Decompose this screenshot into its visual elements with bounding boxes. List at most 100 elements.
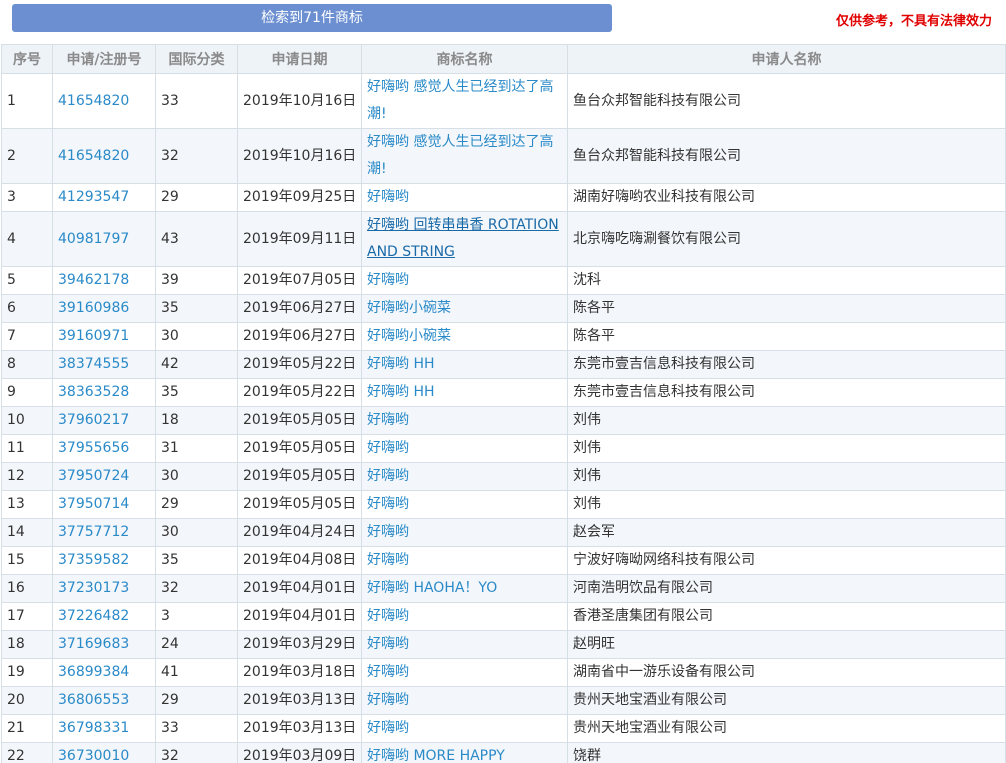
trademark-name-link[interactable]: 好嗨哟 回转串串香 ROTATION AND STRING <box>361 211 568 267</box>
registration-number-link-text[interactable]: 36798331 <box>58 720 129 736</box>
table-row: 20 36806553 29 2019年03月13日 好嗨哟 贵州天地宝酒业有限公司 <box>1 686 1006 715</box>
registration-number-link[interactable]: 39160986 <box>52 294 156 323</box>
table-row: 11 37955656 31 2019年05月05日 好嗨哟 刘伟 <box>1 434 1006 463</box>
trademark-name-link[interactable]: 好嗨哟 <box>361 434 568 463</box>
trademark-name-link-text[interactable]: 好嗨哟小碗菜 <box>367 328 451 344</box>
registration-number-link[interactable]: 38374555 <box>52 350 156 379</box>
trademark-name-link[interactable]: 好嗨哟 感觉人生已经到达了高潮! <box>361 73 568 129</box>
registration-number-link[interactable]: 41293547 <box>52 183 156 212</box>
trademark-name-link-text[interactable]: 好嗨哟 <box>367 496 409 512</box>
trademark-name-link[interactable]: 好嗨哟 <box>361 602 568 631</box>
table-row: 15 37359582 35 2019年04月08日 好嗨哟 宁波好嗨呦网络科技有限公司 <box>1 546 1006 575</box>
trademark-name-link-text[interactable]: 好嗨哟 <box>367 440 409 456</box>
trademark-name-link-text[interactable]: 好嗨哟 <box>367 608 409 624</box>
trademark-name-link-text[interactable]: 好嗨哟 <box>367 720 409 736</box>
trademark-name-link-text[interactable]: 好嗨哟 <box>367 664 409 680</box>
trademark-name-link-text[interactable]: 好嗨哟 HH <box>367 356 435 372</box>
trademark-name-link[interactable]: 好嗨哟小碗菜 <box>361 322 568 351</box>
registration-number-link-text[interactable]: 37950724 <box>58 468 129 484</box>
trademark-name-link[interactable]: 好嗨哟 <box>361 462 568 491</box>
registration-number-link[interactable]: 37169683 <box>52 630 156 659</box>
trademark-name-link[interactable]: 好嗨哟 HH <box>361 350 568 379</box>
column-header-mark[interactable]: 商标名称 <box>361 44 568 74</box>
trademark-name-link[interactable]: 好嗨哟 HH <box>361 378 568 407</box>
trademark-name-link-text[interactable]: 好嗨哟 <box>367 692 409 708</box>
registration-number-link-text[interactable]: 36899384 <box>58 664 129 680</box>
registration-number-link[interactable]: 38363528 <box>52 378 156 407</box>
registration-number-link[interactable]: 36806553 <box>52 686 156 715</box>
result-count-button[interactable]: 检索到71件商标 <box>12 4 612 32</box>
trademark-name-link[interactable]: 好嗨哟 感觉人生已经到达了高潮! <box>361 128 568 184</box>
registration-number-link[interactable]: 39462178 <box>52 266 156 295</box>
registration-number-link[interactable]: 41654820 <box>52 73 156 129</box>
trademark-name-link-text[interactable]: 好嗨哟 HAOHA！YO <box>367 580 497 596</box>
trademark-name-link[interactable]: 好嗨哟 <box>361 266 568 295</box>
trademark-name-link[interactable]: 好嗨哟 MORE HAPPY <box>361 742 568 763</box>
trademark-name-link-text[interactable]: 好嗨哟 HH <box>367 384 435 400</box>
trademark-name-link-text[interactable]: 好嗨哟 <box>367 636 409 652</box>
registration-number-link[interactable]: 39160971 <box>52 322 156 351</box>
registration-number-link-text[interactable]: 39160986 <box>58 300 129 316</box>
registration-number-link[interactable]: 37955656 <box>52 434 156 463</box>
column-header-index[interactable]: 序号 <box>1 44 53 74</box>
trademark-name-link-text[interactable]: 好嗨哟 感觉人生已经到达了高潮! <box>367 134 553 177</box>
registration-number-link-text[interactable]: 41654820 <box>58 93 129 109</box>
trademark-name-link[interactable]: 好嗨哟 <box>361 490 568 519</box>
column-header-regno[interactable]: 申请/注册号 <box>52 44 156 74</box>
trademark-name-link[interactable]: 好嗨哟 <box>361 714 568 743</box>
trademark-name-link[interactable]: 好嗨哟 <box>361 630 568 659</box>
registration-number-link[interactable]: 37230173 <box>52 574 156 603</box>
application-date: 2019年05月05日 <box>237 462 362 491</box>
trademark-name-link[interactable]: 好嗨哟小碗菜 <box>361 294 568 323</box>
trademark-name-link-text[interactable]: 好嗨哟 <box>367 468 409 484</box>
trademark-name-link-text[interactable]: 好嗨哟 感觉人生已经到达了高潮! <box>367 79 553 122</box>
trademark-name-link[interactable]: 好嗨哟 HAOHA！YO <box>361 574 568 603</box>
registration-number-link-text[interactable]: 37960217 <box>58 412 129 428</box>
registration-number-link-text[interactable]: 36806553 <box>58 692 129 708</box>
registration-number-link-text[interactable]: 37757712 <box>58 524 129 540</box>
trademark-name-link-text[interactable]: 好嗨哟 <box>367 524 409 540</box>
trademark-name-link-text[interactable]: 好嗨哟 MORE HAPPY <box>367 748 505 763</box>
registration-number-link[interactable]: 41654820 <box>52 128 156 184</box>
trademark-name-link-text[interactable]: 好嗨哟 回转串串香 ROTATION AND STRING <box>367 217 559 260</box>
registration-number-link[interactable]: 40981797 <box>52 211 156 267</box>
trademark-name-link[interactable]: 好嗨哟 <box>361 686 568 715</box>
registration-number-link[interactable]: 37757712 <box>52 518 156 547</box>
trademark-name-link-text[interactable]: 好嗨哟 <box>367 552 409 568</box>
registration-number-link-text[interactable]: 41654820 <box>58 148 129 164</box>
registration-number-link-text[interactable]: 37950714 <box>58 496 129 512</box>
registration-number-link[interactable]: 36798331 <box>52 714 156 743</box>
registration-number-link-text[interactable]: 37955656 <box>58 440 129 456</box>
registration-number-link-text[interactable]: 38374555 <box>58 356 129 372</box>
trademark-name-link-text[interactable]: 好嗨哟 <box>367 189 409 205</box>
column-header-class[interactable]: 国际分类 <box>155 44 238 74</box>
registration-number-link[interactable]: 37359582 <box>52 546 156 575</box>
trademark-name-link[interactable]: 好嗨哟 <box>361 518 568 547</box>
registration-number-link[interactable]: 37960217 <box>52 406 156 435</box>
registration-number-link-text[interactable]: 41293547 <box>58 189 129 205</box>
trademark-name-link-text[interactable]: 好嗨哟小碗菜 <box>367 300 451 316</box>
registration-number-link-text[interactable]: 37169683 <box>58 636 129 652</box>
registration-number-link-text[interactable]: 39160971 <box>58 328 129 344</box>
registration-number-link[interactable]: 37226482 <box>52 602 156 631</box>
registration-number-link[interactable]: 37950724 <box>52 462 156 491</box>
registration-number-link-text[interactable]: 37230173 <box>58 580 129 596</box>
trademark-name-link[interactable]: 好嗨哟 <box>361 546 568 575</box>
trademark-name-link[interactable]: 好嗨哟 <box>361 658 568 687</box>
trademark-name-link-text[interactable]: 好嗨哟 <box>367 272 409 288</box>
row-index-text: 9 <box>7 384 16 400</box>
registration-number-link-text[interactable]: 40981797 <box>58 231 129 247</box>
column-header-applicant[interactable]: 申请人名称 <box>567 44 1006 74</box>
registration-number-link-text[interactable]: 36730010 <box>58 748 129 763</box>
registration-number-link[interactable]: 36899384 <box>52 658 156 687</box>
registration-number-link-text[interactable]: 37226482 <box>58 608 129 624</box>
registration-number-link[interactable]: 36730010 <box>52 742 156 763</box>
trademark-name-link[interactable]: 好嗨哟 <box>361 183 568 212</box>
registration-number-link[interactable]: 37950714 <box>52 490 156 519</box>
registration-number-link-text[interactable]: 39462178 <box>58 272 129 288</box>
registration-number-link-text[interactable]: 38363528 <box>58 384 129 400</box>
trademark-name-link-text[interactable]: 好嗨哟 <box>367 412 409 428</box>
registration-number-link-text[interactable]: 37359582 <box>58 552 129 568</box>
column-header-date[interactable]: 申请日期 <box>237 44 362 74</box>
trademark-name-link[interactable]: 好嗨哟 <box>361 406 568 435</box>
